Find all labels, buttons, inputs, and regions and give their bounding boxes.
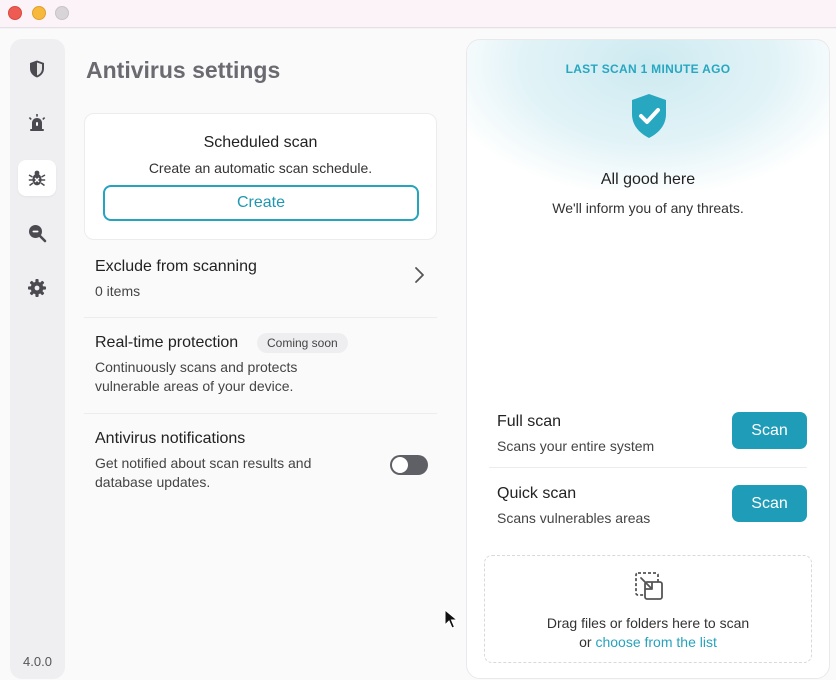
realtime-subtitle-line2: vulnerable areas of your device. <box>95 378 294 394</box>
quick-scan-row: Quick scan Scans vulnerables areas Scan <box>489 469 807 539</box>
drop-instruction: Drag files or folders here to scan <box>546 615 750 631</box>
full-scan-row: Full scan Scans your entire system Scan <box>489 400 807 468</box>
sidebar-item-settings[interactable] <box>18 270 56 306</box>
scheduled-scan-card: Scheduled scan Create an automatic scan … <box>84 113 437 240</box>
sidebar-item-alerts[interactable] <box>18 105 56 141</box>
drop-alternative: or choose from the list <box>485 634 811 650</box>
realtime-subtitle-line1: Continuously scans and protects <box>95 359 298 375</box>
notifications-toggle[interactable] <box>390 455 428 475</box>
coming-soon-badge: Coming soon <box>257 333 348 353</box>
mouse-cursor <box>444 609 458 629</box>
chevron-right-icon <box>415 267 424 283</box>
status-title: All good here <box>600 171 696 188</box>
antivirus-notifications-row: Antivirus notifications Get notified abo… <box>84 414 437 504</box>
create-schedule-button[interactable]: Create <box>103 185 419 221</box>
notifications-title: Antivirus notifications <box>95 430 246 447</box>
scheduled-scan-title: Scheduled scan <box>203 134 318 151</box>
exclude-count: 0 items <box>95 283 141 299</box>
quick-scan-title: Quick scan <box>497 485 577 502</box>
toggle-knob <box>392 457 408 473</box>
alarm-icon <box>28 114 46 131</box>
quick-scan-subtitle: Scans vulnerables areas <box>497 510 651 526</box>
realtime-title: Real-time protection <box>95 334 239 351</box>
exclude-from-scanning-row[interactable]: Exclude from scanning 0 items <box>84 240 437 318</box>
sidebar: 4.0.0 <box>10 39 65 679</box>
title-bar <box>0 0 836 28</box>
shield-check-icon <box>632 94 666 138</box>
last-scan-label: LAST SCAN 1 MINUTE AGO <box>565 62 731 76</box>
status-subtitle: We'll inform you of any threats. <box>552 200 744 216</box>
sidebar-item-antivirus[interactable] <box>18 160 56 196</box>
file-drop-zone[interactable]: Drag files or folders here to scan or ch… <box>484 555 812 663</box>
exclude-title: Exclude from scanning <box>95 258 257 275</box>
realtime-protection-row: Real-time protection Coming soon Continu… <box>84 318 437 414</box>
notifications-subtitle-line2: database updates. <box>95 474 211 490</box>
quick-scan-button[interactable]: Scan <box>732 485 807 522</box>
choose-from-list-link[interactable]: choose from the list <box>595 634 716 650</box>
minimize-window-button[interactable] <box>32 6 46 20</box>
scan-status-panel: LAST SCAN 1 MINUTE AGO All good here We'… <box>466 39 830 679</box>
gear-icon <box>28 279 46 297</box>
sidebar-item-protection[interactable] <box>18 51 56 87</box>
page-title: Antivirus settings <box>86 57 281 83</box>
search-icon <box>29 225 47 243</box>
close-window-button[interactable] <box>8 6 22 20</box>
full-scan-subtitle: Scans your entire system <box>497 438 655 454</box>
full-scan-title: Full scan <box>497 413 562 430</box>
shield-icon <box>30 60 44 78</box>
bug-icon <box>28 170 46 187</box>
sidebar-item-scan-search[interactable] <box>18 215 56 251</box>
scheduled-scan-subtitle: Create an automatic scan schedule. <box>148 160 373 176</box>
app-version: 4.0.0 <box>23 654 52 669</box>
drop-files-icon <box>635 572 663 600</box>
full-scan-button[interactable]: Scan <box>732 412 807 449</box>
zoom-window-button[interactable] <box>55 6 69 20</box>
drop-or-text: or <box>579 634 592 650</box>
app-window: 4.0.0 Antivirus settings Scheduled scan … <box>0 29 836 680</box>
notifications-subtitle-line1: Get notified about scan results and <box>95 455 312 471</box>
